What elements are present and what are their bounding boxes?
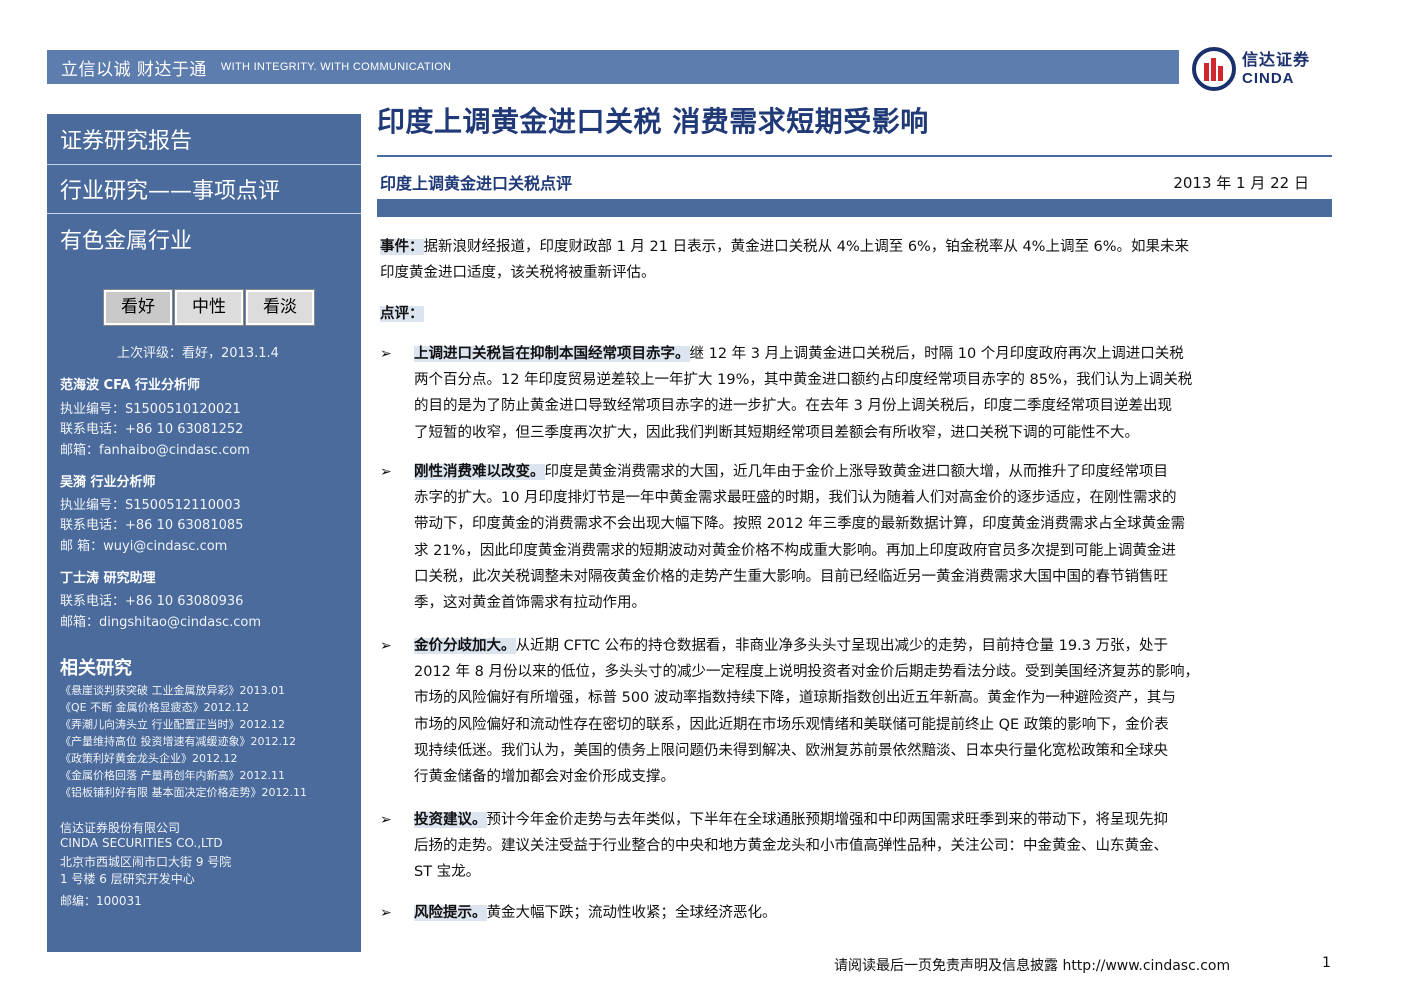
analyst-email: 邮 箱：wuyi@cindasc.com [60, 539, 228, 554]
analyst-name: 吴漪 行业分析师 [60, 475, 156, 490]
page-number: 1 [1322, 955, 1331, 971]
bullet-paragraph: 投资建议。预计今年金价走势与去年类似，下半年在全球通胀预期增强和中印两国需求旺季… [414, 807, 1330, 886]
rating-positive: 看好 [103, 289, 173, 326]
bullet-text: 继 12 年 3 月上调黄金进口关税后，时隔 10 个月印度政府再次上调进口关税 [689, 346, 1184, 362]
analyst-name: 范海波 CFA 行业分析师 [60, 378, 201, 393]
analyst-email: 邮箱：dingshitao@cindasc.com [60, 615, 262, 630]
company-name-cn: 信达证券股份有限公司 [60, 821, 181, 835]
bullet-title: 风险提示。 [414, 905, 487, 921]
company-address: 1 号楼 6 层研究开发中心 [60, 872, 195, 886]
sidebar-heading-category: 行业研究——事项点评 [47, 165, 361, 214]
analyst-detail: 联系电话：+86 10 63080936 [60, 594, 244, 609]
title-divider [377, 155, 1332, 157]
bullet-paragraph: 金价分歧加大。从近期 CFTC 公布的持仓数据看，非商业净多头头寸呈现出减少的走… [414, 633, 1330, 790]
event-text: 据新浪财经报道，印度财政部 1 月 21 日表示，黄金进口关税从 4%上调至 6… [423, 239, 1190, 255]
bullet-text: 了短暂的收窄，但三季度再次扩大，因此我们判断其短期经常项目差额会有所收窄，进口关… [414, 424, 1139, 441]
cinda-logo: 信达证券 CINDA [1192, 44, 1342, 94]
bullet-text: 求 21%，因此印度黄金消费需求的短期波动对黄金价格不构成重大影响。再加上印度政… [414, 542, 1176, 559]
bullet-text: 行黄金储备的增加都会对金价形成支撑。 [414, 769, 675, 786]
header-banner: 立信以诚 财达于通 WITH INTEGRITY. WITH COMMUNICA… [47, 50, 1179, 84]
related-research-item: 《弄潮儿向涛头立 行业配置正当时》2012.12 [60, 718, 285, 731]
bullet-text: 印度是黄金消费需求的大国，近几年由于金价上涨导致黄金进口额大增，从而推升了印度经… [544, 464, 1169, 480]
bullet-text: 从近期 CFTC 公布的持仓数据看，非商业净多头头寸呈现出减少的走势，目前持仓量… [515, 638, 1169, 654]
bullet-text: ST 宝龙。 [414, 864, 481, 881]
slogan-chinese: 立信以诚 财达于通 [61, 59, 207, 80]
bullet-title: 投资建议。 [414, 812, 487, 828]
report-date: 2013 年 1 月 22 日 [1173, 174, 1309, 192]
report-title: 印度上调黄金进口关税 消费需求短期受影响 [377, 105, 929, 138]
rating-selector: 看好 中性 看淡 [103, 289, 315, 326]
related-research-item: 《铝板铺利好有限 基本面决定价格走势》2012.11 [60, 786, 307, 799]
event-text: 印度黄金进口适度，该关税将被重新评估。 [380, 265, 656, 282]
bullet-arrow-icon: ➢ [380, 812, 392, 828]
bullet-text: 黄金大幅下跌；流动性收紧；全球经济恶化。 [486, 905, 777, 921]
bullet-text: 市场的风险偏好有所增强，标普 500 波动率指数持续下降，道琼斯指数创出近五年新… [414, 690, 1176, 707]
analyst-detail: 联系电话：+86 10 63081252 [60, 422, 244, 437]
company-postcode: 邮编：100031 [60, 894, 142, 908]
logo-chinese: 信达证券 [1242, 50, 1311, 69]
rating-neutral: 中性 [174, 289, 244, 326]
rating-negative: 看淡 [245, 289, 315, 326]
cinda-logo-icon [1192, 47, 1236, 91]
sidebar-heading-report: 证券研究报告 [47, 114, 361, 165]
bullet-text: 市场的风险偏好和流动性存在密切的联系，因此近期在市场乐观情绪和美联储可能提前终止… [414, 716, 1169, 733]
bullet-title: 刚性消费难以改变。 [414, 464, 545, 480]
company-address: 北京市西城区闹市口大街 9 号院 [60, 855, 232, 869]
bullet-text: 2012 年 8 月份以来的低位，多头头寸的减少一定程度上说明投资者对金价后期走… [414, 664, 1199, 681]
bullet-paragraph: 风险提示。黄金大幅下跌；流动性收紧；全球经济恶化。 [414, 900, 1330, 926]
bullet-arrow-icon: ➢ [380, 346, 392, 362]
bullet-paragraph: 上调进口关税旨在抑制本国经常项目赤字。继 12 年 3 月上调黄金进口关税后，时… [414, 341, 1330, 446]
bullet-text: 季，这对黄金首饰需求有拉动作用。 [414, 595, 646, 612]
related-research-item: 《政策利好黄金龙头企业》2012.12 [60, 752, 238, 765]
bullet-paragraph: 刚性消费难以改变。印度是黄金消费需求的大国，近几年由于金价上涨导致黄金进口额大增… [414, 459, 1330, 616]
last-rating: 上次评级：看好，2013.1.4 [117, 346, 279, 361]
analyst-detail: 执业编号：S1500512110003 [60, 498, 241, 513]
company-name-en: CINDA SECURITIES CO.,LTD [60, 836, 223, 850]
report-subtitle: 印度上调黄金进口关税点评 [380, 174, 573, 193]
bullet-text: 赤字的扩大。10 月印度排灯节是一年中黄金需求最旺盛的时期，我们认为随着人们对高… [414, 490, 1177, 507]
bullet-title: 上调进口关税旨在抑制本国经常项目赤字。 [414, 346, 690, 362]
bullet-text: 后扬的走势。建议关注受益于行业整合的中央和地方黄金龙头和小市值高弹性品种，关注公… [414, 838, 1168, 855]
related-research-item: 《产量维持高位 投资增速有减缓迹象》2012.12 [60, 735, 296, 748]
subtitle-band [377, 199, 1332, 217]
review-heading: 点评： [380, 301, 1330, 327]
related-research-item: 《QE 不断 金属价格显疲态》2012.12 [60, 701, 250, 714]
analyst-detail: 执业编号：S1500510120021 [60, 402, 241, 417]
bullet-title: 金价分歧加大。 [414, 638, 516, 654]
review-label: 点评： [380, 306, 424, 322]
bullet-text: 带动下，印度黄金的消费需求不会出现大幅下降。按照 2012 年三季度的最新数据计… [414, 516, 1186, 533]
bullet-arrow-icon: ➢ [380, 905, 392, 921]
event-paragraph: 事件：据新浪财经报道，印度财政部 1 月 21 日表示，黄金进口关税从 4%上调… [380, 234, 1330, 286]
logo-english: CINDA [1242, 70, 1295, 87]
bullet-text: 口关税，此次关税调整未对隔夜黄金价格的走势产生重大影响。目前已经临近另一黄金消费… [414, 568, 1168, 585]
related-research-item: 《金属价格回落 产量再创年内新高》2012.11 [60, 769, 285, 782]
bullet-arrow-icon: ➢ [380, 638, 392, 654]
bullet-text: 预计今年金价走势与去年类似，下半年在全球通胀预期增强和中印两国需求旺季到来的带动… [486, 812, 1169, 828]
footer-disclaimer: 请阅读最后一页免责声明及信息披露 http://www.cindasc.com [834, 958, 1231, 974]
bullet-text: 两个百分点。12 年印度贸易逆差较上一年扩大 19%，其中黄金进口额约占印度经常… [414, 372, 1193, 389]
bullet-arrow-icon: ➢ [380, 464, 392, 480]
related-research-title: 相关研究 [60, 658, 132, 679]
sidebar: 证券研究报告 行业研究——事项点评 有色金属行业 看好 中性 看淡 上次评级：看… [47, 114, 361, 952]
event-label: 事件： [380, 239, 424, 255]
related-research-item: 《悬崖谈判获突破 工业金属放异彩》2013.01 [60, 684, 285, 697]
analyst-email: 邮箱：fanhaibo@cindasc.com [60, 443, 250, 458]
bullet-text: 的目的是为了防止黄金进口导致经常项目赤字的进一步扩大。在去年 3 月份上调关税后… [414, 398, 1172, 415]
analyst-name: 丁士涛 研究助理 [60, 571, 156, 586]
analyst-detail: 联系电话：+86 10 63081085 [60, 518, 244, 533]
bullet-text: 现持续低迷。我们认为，美国的债务上限问题仍未得到解决、欧洲复苏前景依然黯淡、日本… [414, 742, 1168, 759]
slogan-english: WITH INTEGRITY. WITH COMMUNICATION [220, 61, 452, 73]
sidebar-heading-industry: 有色金属行业 [60, 229, 193, 254]
